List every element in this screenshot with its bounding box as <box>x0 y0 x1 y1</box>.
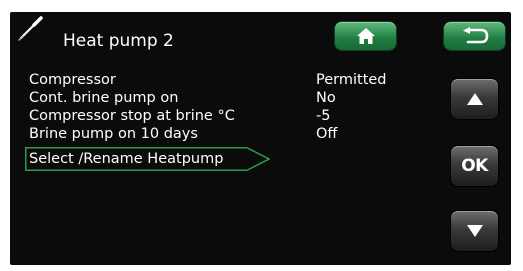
list-item-compressor-stop-brine[interactable]: Compressor stop at brine °C -5 <box>29 107 409 125</box>
row-label: Compressor stop at brine °C <box>29 108 235 124</box>
controller-screen: Heat pump 2 Compressor Permitted Cont. b… <box>10 12 511 265</box>
ok-button[interactable]: OK <box>451 146 498 186</box>
home-icon <box>356 28 375 44</box>
row-value: -5 <box>316 108 331 124</box>
arrow-up-icon <box>466 93 483 105</box>
scroll-up-button[interactable] <box>451 79 498 119</box>
screwdriver-icon <box>15 14 45 44</box>
row-label: Brine pump on 10 days <box>29 126 198 142</box>
row-value: Off <box>316 126 338 142</box>
settings-list: Compressor Permitted Cont. brine pump on… <box>29 71 409 143</box>
row-label: Compressor <box>29 72 116 88</box>
row-value: No <box>316 90 336 106</box>
list-item-cont-brine-pump[interactable]: Cont. brine pump on No <box>29 89 409 107</box>
scroll-down-button[interactable] <box>451 211 498 251</box>
arrow-down-icon <box>466 225 483 237</box>
list-item-compressor[interactable]: Compressor Permitted <box>29 71 409 89</box>
list-item-brine-pump-10-days[interactable]: Brine pump on 10 days Off <box>29 125 409 143</box>
home-button[interactable] <box>335 22 396 50</box>
page-title: Heat pump 2 <box>63 31 174 51</box>
row-label: Select /Rename Heatpump <box>29 151 224 167</box>
row-value: Permitted <box>316 72 387 88</box>
list-item-select-rename-heatpump[interactable]: Select /Rename Heatpump <box>25 147 270 171</box>
row-label: Cont. brine pump on <box>29 90 179 106</box>
ok-label: OK <box>461 156 488 176</box>
back-button[interactable] <box>444 22 505 50</box>
back-arrow-icon <box>462 27 488 44</box>
